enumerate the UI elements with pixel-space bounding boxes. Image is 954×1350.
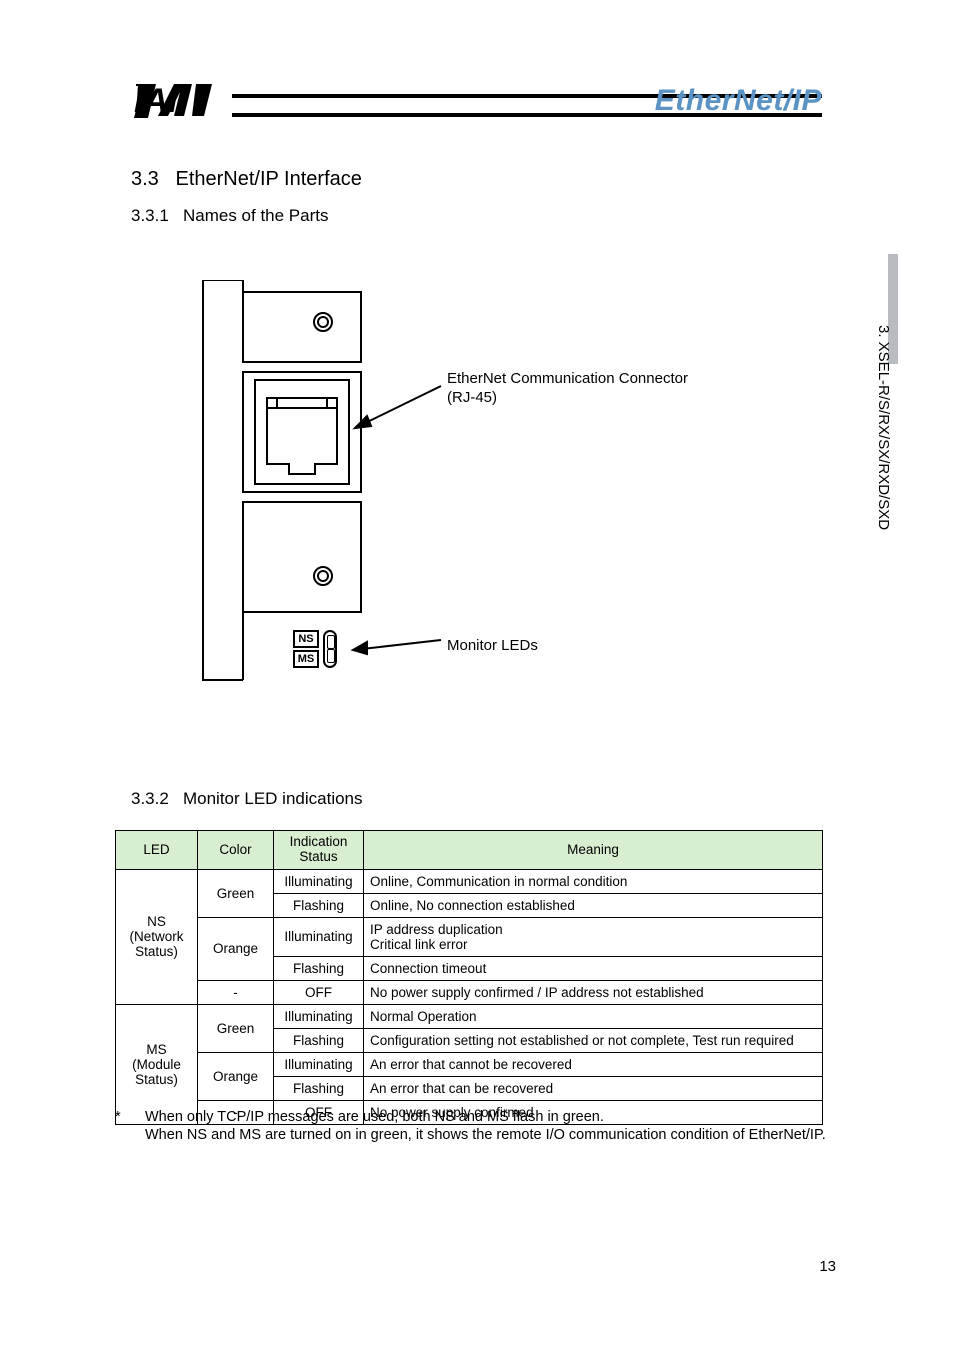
cell-meaning: IP address duplication Critical link err… [364, 917, 823, 956]
iai-logo: IAI [134, 82, 234, 120]
subsection-title: Names of the Parts [183, 206, 329, 225]
cell-color: - [198, 980, 274, 1004]
th-meaning: Meaning [364, 831, 823, 870]
footnote-star: * [115, 1108, 145, 1126]
cell-led-ns: NS (Network Status) [116, 869, 198, 1004]
table-row: NS (Network Status) Green Illuminating O… [116, 869, 823, 893]
led-icon [323, 630, 337, 668]
footnote-line1: When only TCP/IP messages are used, both… [145, 1109, 604, 1125]
footnote-line2: When NS and MS are turned on in green, i… [115, 1126, 830, 1144]
cell-meaning: Normal Operation [364, 1004, 823, 1028]
footnote: *When only TCP/IP messages are used, bot… [115, 1108, 830, 1144]
section-title: EtherNet/IP Interface [175, 168, 361, 190]
cell-meaning: Configuration setting not established or… [364, 1028, 823, 1052]
page-number: 13 [819, 1258, 836, 1275]
cell-color: Green [198, 1004, 274, 1052]
cell-meaning: Online, No connection established [364, 893, 823, 917]
brand-title: EtherNet/IP [655, 84, 822, 118]
cell-meaning: Connection timeout [364, 956, 823, 980]
subsection-number: 3.3.2 [131, 789, 169, 808]
cell-status: Illuminating [274, 1052, 364, 1076]
subsection-heading-parts: 3.3.1 Names of the Parts [131, 206, 329, 226]
connector-label: EtherNet Communication Connector (RJ-45) [447, 370, 688, 408]
cell-status: Illuminating [274, 917, 364, 956]
table-row: Orange Illuminating IP address duplicati… [116, 917, 823, 956]
connector-label-line1: EtherNet Communication Connector [447, 370, 688, 387]
connector-label-line2: (RJ-45) [447, 389, 497, 406]
ms-led-label-box: MS [293, 650, 319, 668]
subsection-title: Monitor LED indications [183, 789, 363, 808]
cell-status: Flashing [274, 893, 364, 917]
cell-status: OFF [274, 980, 364, 1004]
section-number: 3.3 [131, 168, 159, 190]
led-table-wrap: LED Color Indication Status Meaning NS (… [115, 830, 823, 1125]
subsection-heading-leds: 3.3.2 Monitor LED indications [131, 789, 363, 809]
cell-meaning: No power supply confirmed / IP address n… [364, 980, 823, 1004]
table-row: Orange Illuminating An error that cannot… [116, 1052, 823, 1076]
th-status: Indication Status [274, 831, 364, 870]
cell-color: Orange [198, 1052, 274, 1100]
table-row: - OFF No power supply confirmed / IP add… [116, 980, 823, 1004]
cell-meaning: An error that cannot be recovered [364, 1052, 823, 1076]
side-section-text: 3. XSEL-R/S/RX/SX/RXD/SXD [875, 325, 892, 530]
monitor-leds-label: Monitor LEDs [447, 637, 538, 654]
subsection-number: 3.3.1 [131, 206, 169, 225]
table-header-row: LED Color Indication Status Meaning [116, 831, 823, 870]
cell-status: Illuminating [274, 1004, 364, 1028]
th-color: Color [198, 831, 274, 870]
parts-diagram: NS MS [193, 280, 663, 700]
cell-status: Flashing [274, 956, 364, 980]
th-led: LED [116, 831, 198, 870]
cell-status: Flashing [274, 1076, 364, 1100]
cell-color: Green [198, 869, 274, 917]
table-row: MS (Module Status) Green Illuminating No… [116, 1004, 823, 1028]
cell-color: Orange [198, 917, 274, 980]
cell-status: Illuminating [274, 869, 364, 893]
cell-meaning: An error that can be recovered [364, 1076, 823, 1100]
cell-led-ms: MS (Module Status) [116, 1004, 198, 1124]
section-heading: 3.3 EtherNet/IP Interface [131, 168, 362, 191]
ns-led-label-box: NS [293, 630, 319, 648]
page: IAI EtherNet/IP 3.3 EtherNet/IP Interfac… [0, 0, 954, 1350]
led-table: LED Color Indication Status Meaning NS (… [115, 830, 823, 1125]
svg-text:IAI: IAI [134, 82, 179, 120]
cell-meaning: Online, Communication in normal conditio… [364, 869, 823, 893]
cell-status: Flashing [274, 1028, 364, 1052]
